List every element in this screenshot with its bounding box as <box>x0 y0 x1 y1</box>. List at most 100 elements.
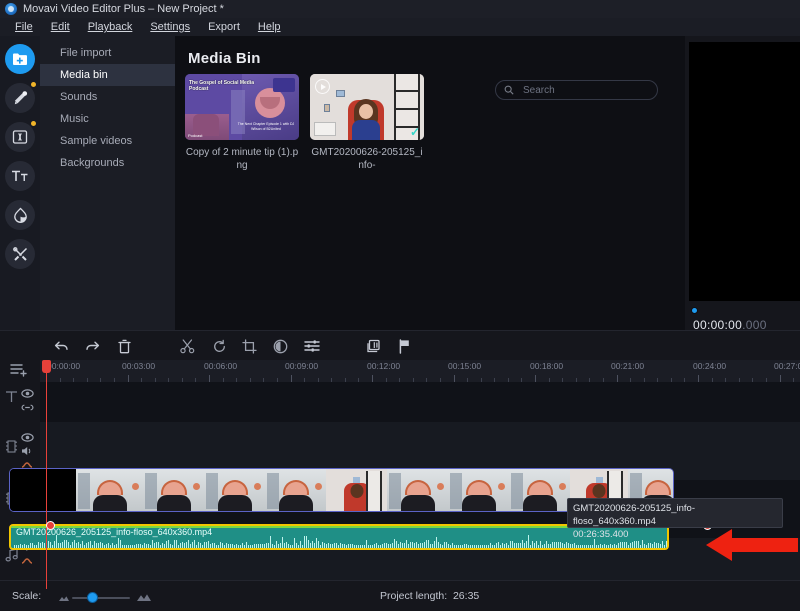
track-link-toggle[interactable] <box>21 400 34 414</box>
waveform-bar <box>86 543 87 548</box>
waveform-bar <box>328 543 329 548</box>
track-curve-toggle[interactable] <box>21 554 34 568</box>
ruler-label: 00:00:00 <box>47 361 80 371</box>
waveform-bar <box>646 545 647 549</box>
add-track-button[interactable] <box>10 362 28 383</box>
waveform-bar <box>250 545 251 549</box>
waveform-bar <box>358 545 359 548</box>
track-header-title[interactable] <box>0 384 40 420</box>
menu-help[interactable]: Help <box>249 18 290 36</box>
waveform-bar <box>198 542 199 548</box>
scale-slider-knob[interactable] <box>87 592 98 603</box>
transition-button[interactable] <box>364 337 382 355</box>
project-length-value: 26:35 <box>453 590 479 602</box>
waveform-bar <box>58 543 59 548</box>
scale-label: Scale: <box>12 590 41 602</box>
waveform-bar <box>338 545 339 548</box>
waveform-bar <box>256 544 257 548</box>
lane-title[interactable] <box>40 382 800 422</box>
waveform-bar <box>498 542 499 548</box>
waveform-bar <box>212 543 213 548</box>
menu-settings[interactable]: Settings <box>141 18 199 36</box>
movavi-window: Movavi Video Editor Plus – New Project *… <box>0 0 800 611</box>
waveform-bar <box>424 542 425 548</box>
clip-frame <box>143 469 204 511</box>
media-item-1[interactable]: ✓ GMT20200626-205125_info- <box>310 74 424 172</box>
waveform-bar <box>170 544 171 548</box>
ruler-tick <box>698 375 699 382</box>
marker-button[interactable] <box>395 337 413 355</box>
waveform-bar <box>378 545 379 548</box>
search-input[interactable] <box>523 85 633 96</box>
waveform-bar <box>306 536 307 548</box>
waveform-bar <box>428 540 429 548</box>
sidebar-item-music[interactable]: Music <box>40 108 175 130</box>
menu-file[interactable]: File <box>6 18 42 36</box>
import-tab[interactable] <box>5 44 35 74</box>
thumbnail-artwork: The Gospel of Social Media Podcast The N… <box>185 74 299 140</box>
waveform-bar <box>82 541 83 548</box>
waveform-bar <box>242 543 243 548</box>
playhead-knob[interactable] <box>42 360 51 373</box>
undo-button[interactable] <box>52 337 70 355</box>
preview-seekbar[interactable] <box>689 304 800 316</box>
sidebar-item-backgrounds[interactable]: Backgrounds <box>40 152 175 174</box>
waveform-bar <box>508 545 509 548</box>
media-item-0[interactable]: The Gospel of Social Media Podcast The N… <box>185 74 299 172</box>
seek-handle[interactable] <box>691 307 698 314</box>
crop-button[interactable] <box>240 337 258 355</box>
waveform-bar <box>322 542 323 548</box>
waveform-bar <box>650 543 651 548</box>
sidebar-item-media-bin[interactable]: Media bin <box>40 64 175 86</box>
scissors-icon <box>180 339 195 354</box>
media-thumbnail[interactable]: The Gospel of Social Media Podcast The N… <box>185 74 299 140</box>
waveform-bar <box>122 545 123 548</box>
waveform-bar <box>538 545 539 548</box>
rotate-button[interactable] <box>210 337 228 355</box>
sidebar-item-sample-videos[interactable]: Sample videos <box>40 130 175 152</box>
track-visibility-toggle[interactable] <box>21 386 34 400</box>
waveform-bar <box>182 542 183 548</box>
waveform-bar <box>300 541 301 548</box>
waveform-bar <box>496 543 497 548</box>
waveform-bar <box>20 544 21 548</box>
waveform-bar <box>108 543 109 548</box>
properties-button[interactable] <box>303 337 321 355</box>
menu-edit-label: Edit <box>51 21 70 33</box>
preview-screen[interactable] <box>689 42 800 301</box>
scale-slider-track[interactable] <box>72 597 130 599</box>
clip-handle-left[interactable] <box>46 521 55 530</box>
waveform-bar <box>18 545 19 548</box>
timeline-ruler[interactable]: 00:00:00 00:03:00 00:06:00 00:09:00 00:1… <box>40 360 800 382</box>
waveform-bar <box>502 543 503 548</box>
track-visibility-toggle[interactable] <box>21 430 34 444</box>
menu-playback[interactable]: Playback <box>79 18 142 36</box>
split-button[interactable] <box>178 337 196 355</box>
menu-edit[interactable]: Edit <box>42 18 79 36</box>
tools-tab[interactable] <box>5 239 35 269</box>
link-icon <box>21 403 34 412</box>
menu-playback-label: Playback <box>88 21 133 33</box>
filters-tab[interactable] <box>5 83 35 113</box>
track-mute-toggle[interactable] <box>21 444 34 458</box>
delete-button[interactable] <box>115 337 133 355</box>
menu-settings-label: Settings <box>150 21 190 33</box>
transitions-tab[interactable] <box>5 122 35 152</box>
sidebar-item-file-import[interactable]: File import <box>40 42 175 64</box>
waveform-bar <box>410 542 411 548</box>
stickers-tab[interactable] <box>5 200 35 230</box>
menu-export[interactable]: Export <box>199 18 249 36</box>
waveform-bar <box>490 543 491 548</box>
playhead[interactable] <box>46 360 47 580</box>
redo-button[interactable] <box>84 337 102 355</box>
ruler-tick <box>128 375 129 382</box>
titles-tab[interactable] <box>5 161 35 191</box>
text-tt-icon <box>11 169 29 183</box>
waveform-bar <box>110 545 111 548</box>
media-thumbnail[interactable]: ✓ <box>310 74 424 140</box>
color-adjust-button[interactable] <box>271 337 289 355</box>
sidebar-item-sounds[interactable]: Sounds <box>40 86 175 108</box>
search-box[interactable] <box>495 80 658 100</box>
waveform-bar <box>120 540 121 548</box>
waveform-bar <box>500 545 501 548</box>
